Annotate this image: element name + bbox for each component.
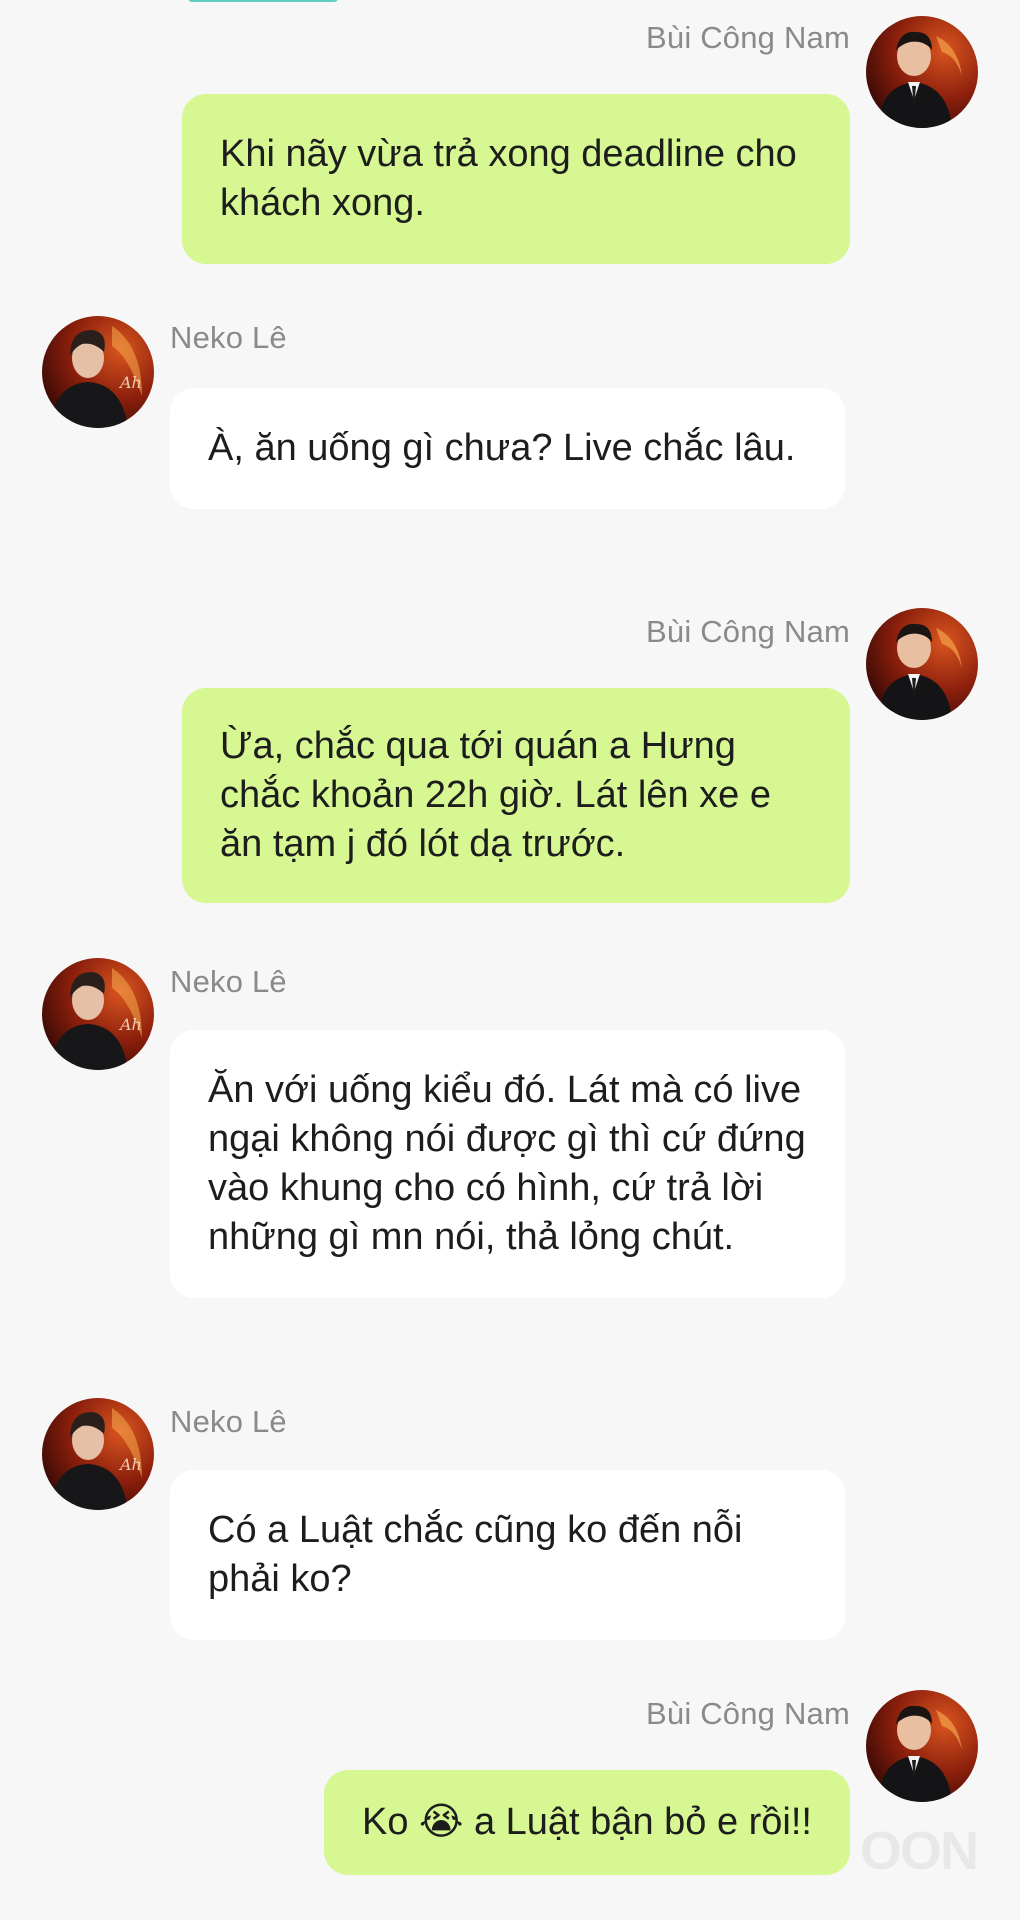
- message-bubble[interactable]: Ko 😭 a Luật bận bỏ e rồi!!: [323, 1770, 850, 1875]
- sender-name: Bùi Công Nam: [646, 20, 850, 55]
- avatar-neko-le[interactable]: Ah: [42, 958, 154, 1070]
- chat-message-incoming: Ah Neko Lê Ăn với uống kiểu đó. Lát mà c…: [0, 958, 1020, 1338]
- watermark: OON: [860, 1821, 979, 1881]
- sender-name: Bùi Công Nam: [646, 1696, 850, 1731]
- message-bubble[interactable]: Ừa, chắc qua tới quán a Hưng chắc khoản …: [182, 688, 850, 903]
- chat-message-outgoing: Bùi Công Nam Ừa, chắc qua tới quán a Hưn…: [0, 608, 1020, 908]
- person-portrait-icon: Ah: [50, 326, 142, 428]
- chat-message-incoming: Ah Neko Lê Có a Luật chắc cũng ko đến nỗ…: [0, 1398, 1020, 1640]
- message-bubble[interactable]: Ăn với uống kiểu đó. Lát mà có live ngại…: [170, 1030, 845, 1298]
- message-bubble[interactable]: À, ăn uống gì chưa? Live chắc lâu.: [170, 388, 845, 509]
- person-portrait-icon: [878, 31, 962, 128]
- sender-name: Bùi Công Nam: [646, 614, 850, 649]
- message-bubble[interactable]: Khi nãy vừa trả xong deadline cho khách …: [182, 94, 850, 264]
- person-portrait-icon: [878, 623, 962, 720]
- sender-name: Neko Lê: [170, 1404, 287, 1439]
- avatar-bui-cong-nam[interactable]: [866, 1690, 978, 1802]
- avatar-bui-cong-nam[interactable]: [866, 608, 978, 720]
- avatar-neko-le[interactable]: Ah: [42, 1398, 154, 1510]
- chat-message-outgoing: Bùi Công Nam Khi nãy vừa trả xong deadli…: [0, 0, 1020, 264]
- avatar-neko-le[interactable]: Ah: [42, 316, 154, 428]
- message-bubble[interactable]: Có a Luật chắc cũng ko đến nỗi phải ko?: [170, 1470, 845, 1640]
- sender-name: Neko Lê: [170, 320, 287, 355]
- svg-text:Ah: Ah: [118, 1015, 142, 1034]
- svg-text:Ah: Ah: [118, 1455, 142, 1474]
- chat-message-incoming: Ah Neko Lê À, ăn uống gì chưa? Live chắc…: [0, 316, 1020, 556]
- person-portrait-icon: [878, 1705, 962, 1802]
- person-portrait-icon: Ah: [50, 968, 142, 1070]
- person-portrait-icon: Ah: [50, 1408, 142, 1510]
- avatar-bui-cong-nam[interactable]: [866, 16, 978, 128]
- sender-name: Neko Lê: [170, 964, 287, 999]
- svg-text:Ah: Ah: [118, 373, 142, 392]
